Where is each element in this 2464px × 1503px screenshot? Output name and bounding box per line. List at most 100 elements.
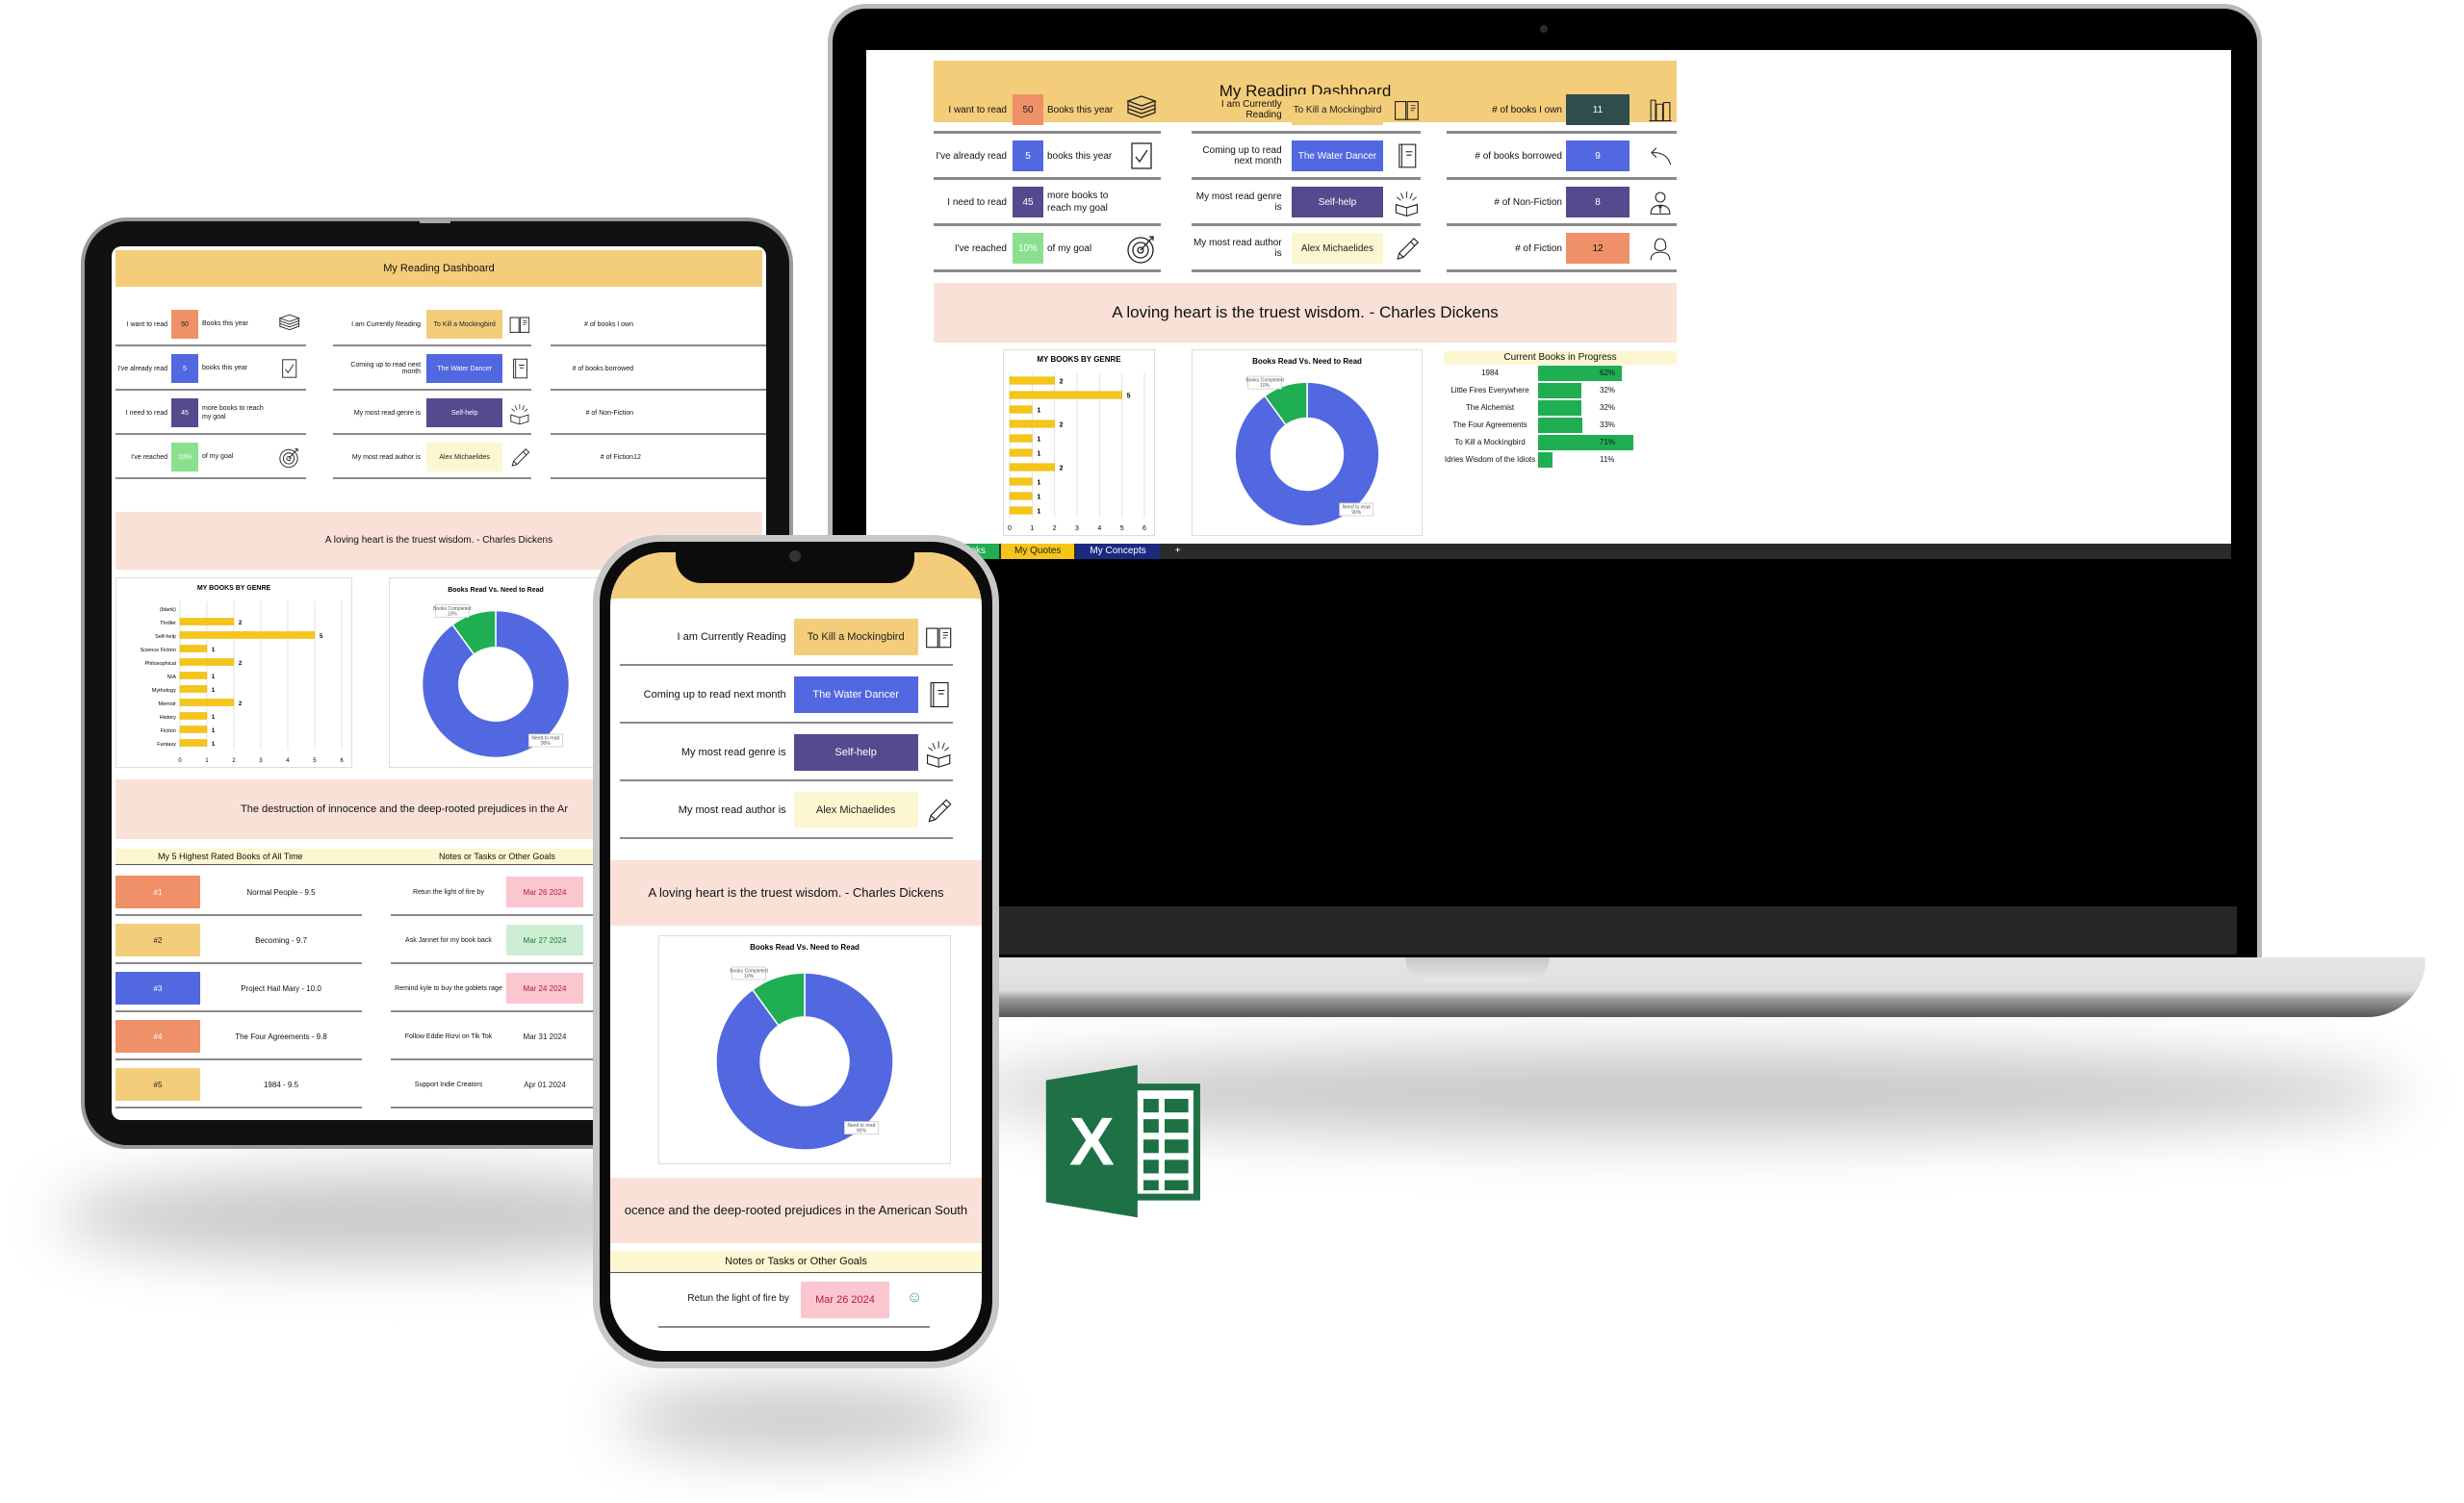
goals-label: I've already read bbox=[936, 150, 1007, 162]
current-books-progress: Current Books in Progress 1984 62% Little … bbox=[1444, 351, 1677, 534]
goals-value[interactable]: 45 bbox=[1013, 187, 1043, 217]
reading-value[interactable]: Self-help bbox=[1291, 187, 1384, 217]
reading-value[interactable]: The Water Dancer bbox=[426, 354, 503, 383]
bar-value-label: 1 bbox=[212, 675, 216, 680]
x-tick-label: 0 bbox=[178, 758, 182, 764]
reading-value[interactable]: The Water Dancer bbox=[793, 676, 918, 713]
reading-value[interactable]: To Kill a Mockingbird bbox=[1291, 94, 1384, 125]
tablet-donut-chart[interactable]: Books Read Vs. Need to Read Books Complet… bbox=[389, 577, 603, 768]
reading-value[interactable]: The Water Dancer bbox=[1291, 140, 1384, 171]
goals-row: I need to read 45 more books to reach my g… bbox=[934, 181, 1161, 226]
goals-label: I need to read bbox=[947, 196, 1007, 208]
top-rated-row: #2 Becoming - 9.7 bbox=[116, 918, 362, 964]
reading-label: I am Currently Reading bbox=[677, 631, 786, 643]
reading-value[interactable]: Self-help bbox=[426, 398, 503, 427]
target-icon bbox=[1124, 232, 1157, 265]
library-value[interactable]: 11 bbox=[1566, 94, 1630, 125]
progress-book-title: To Kill a Mockingbird bbox=[1454, 438, 1526, 446]
note-date[interactable]: Mar 26 2024 bbox=[506, 877, 583, 907]
genre-bar bbox=[179, 658, 235, 666]
reading-value[interactable]: Alex Michaelides bbox=[426, 443, 503, 471]
tablet-donut-svg: Books Read Vs. Need to ReadBooks Complet… bbox=[421, 587, 571, 759]
donut-chart-title: Books Read Vs. Need to Read bbox=[750, 943, 860, 952]
bar-value-label: 1 bbox=[1037, 495, 1040, 501]
bar-value-label: 5 bbox=[320, 634, 323, 640]
genre-bar bbox=[1009, 463, 1055, 471]
book-stack-icon bbox=[277, 313, 300, 336]
reading-value[interactable]: Self-help bbox=[793, 734, 918, 771]
note-date[interactable]: Apr 01 2024 bbox=[506, 1069, 583, 1100]
reading-value[interactable]: To Kill a Mockingbird bbox=[426, 310, 503, 339]
tablet-genre-chart[interactable]: MY BOOKS BY GENRE 0 1 2 3 4 5 6 (blank) Thriller 2… bbox=[116, 577, 352, 768]
category-label: Self-help bbox=[155, 634, 176, 640]
genre-chart[interactable]: MY BOOKS BY GENRE 0 1 2 3 4 5 6 2 5 1 2 1 1 2 1 1 1 bbox=[1003, 349, 1155, 536]
top-rated-book: Normal People - 9.5 bbox=[246, 887, 316, 897]
goals-row: I want to read 50 Books this year bbox=[934, 89, 1161, 134]
excel-logo: X bbox=[1038, 1057, 1207, 1226]
bar-value-label: 5 bbox=[1127, 394, 1131, 400]
note-date[interactable]: Mar 31 2024 bbox=[506, 1021, 583, 1052]
x-tick-label: 4 bbox=[286, 758, 290, 764]
goals-value[interactable]: 45 bbox=[171, 398, 198, 427]
laptop-trackpad-notch bbox=[1405, 957, 1550, 982]
reading-value[interactable]: To Kill a Mockingbird bbox=[793, 619, 918, 655]
library-value[interactable]: 8 bbox=[1566, 187, 1630, 217]
library-value[interactable]: 12 bbox=[1566, 233, 1630, 264]
note-row: Follow Eddie Rizvi on Tik Tok Mar 31 2024 bbox=[391, 1014, 593, 1060]
notebook-icon bbox=[924, 679, 953, 710]
goals-label: I've reached bbox=[954, 242, 1007, 254]
goals-value[interactable]: 50 bbox=[1013, 94, 1043, 125]
bar-value-label: 2 bbox=[239, 701, 243, 707]
goals-value[interactable]: 10% bbox=[171, 443, 198, 471]
phone-note-row: Retun the light of fire by Mar 26 2024 ☺ bbox=[658, 1276, 930, 1328]
notebook-icon bbox=[508, 357, 531, 380]
excel-icon: X bbox=[1045, 1064, 1200, 1218]
goals-value[interactable]: 5 bbox=[171, 354, 198, 383]
note-date[interactable]: Mar 24 2024 bbox=[506, 973, 583, 1004]
goals-label: I want to read bbox=[948, 104, 1007, 115]
genre-bar bbox=[1009, 405, 1033, 414]
reading-label: My most read genre is bbox=[680, 747, 786, 758]
phone-quote-banner: A loving heart is the truest wisdom. - C… bbox=[610, 860, 982, 926]
phone-quote-text: A loving heart is the truest wisdom. - C… bbox=[648, 885, 944, 900]
sheet-tab[interactable]: My Concepts bbox=[1076, 544, 1160, 559]
pencil-icon bbox=[508, 446, 531, 469]
phone-note-date: Mar 26 2024 bbox=[801, 1282, 889, 1318]
goals-row: I need to read 45 more books to reach my g… bbox=[116, 393, 306, 435]
x-tick-label: 0 bbox=[1008, 525, 1012, 532]
reading-label: My most read genre is bbox=[1195, 191, 1282, 213]
excel-letter: X bbox=[1069, 1104, 1115, 1180]
reading-row: My most read genre is Self-help bbox=[620, 726, 953, 781]
read-vs-need-chart[interactable]: Books Read Vs. Need to Read Books Complet… bbox=[1192, 349, 1423, 536]
tablet-genre-chart-svg: MY BOOKS BY GENRE 0 1 2 3 4 5 6 (blank) Thriller 2… bbox=[141, 585, 345, 764]
note-task: Retun the light of fire by bbox=[413, 888, 484, 896]
goals-value[interactable]: 10% bbox=[1013, 233, 1043, 264]
reading-value[interactable]: Alex Michaelides bbox=[1291, 233, 1384, 264]
phone-donut-chart[interactable]: Books Read Vs. Need to Read Books Complet… bbox=[658, 935, 951, 1164]
category-label: Fiction bbox=[161, 728, 176, 734]
progress-percent: 33% bbox=[1600, 420, 1616, 429]
sheet-tab-bar: shboardMy BooksMy QuotesMy Concepts+ bbox=[866, 544, 2231, 559]
goals-value[interactable]: 5 bbox=[1013, 140, 1043, 171]
sheet-tab[interactable]: + bbox=[1161, 544, 1194, 559]
genre-bar bbox=[179, 645, 208, 652]
library-value[interactable]: 9 bbox=[1566, 140, 1630, 171]
note-date[interactable]: Mar 27 2024 bbox=[506, 925, 583, 955]
sheet-tab[interactable]: My Quotes bbox=[1001, 544, 1075, 559]
top-rated-book: Becoming - 9.7 bbox=[255, 935, 307, 945]
note-task: Ask Jannet for my book back bbox=[405, 936, 492, 944]
genre-bar bbox=[1009, 477, 1033, 486]
library-row: # of Fiction 12 bbox=[1447, 227, 1677, 272]
x-tick-label: 1 bbox=[205, 758, 209, 764]
reading-row: Coming up to read next month The Water Da… bbox=[620, 668, 953, 724]
reading-row: My most read author is Alex Michaelides bbox=[620, 783, 953, 839]
magic-book-icon bbox=[508, 401, 531, 424]
x-tick-label: 4 bbox=[1097, 525, 1101, 532]
category-label: Thriller bbox=[160, 621, 176, 626]
goals-value[interactable]: 50 bbox=[171, 310, 198, 339]
book-stack-icon bbox=[1124, 93, 1157, 126]
library-label: # of books I own bbox=[584, 320, 633, 328]
tablet-title-banner: My Reading Dashboard bbox=[116, 250, 762, 287]
reading-value[interactable]: Alex Michaelides bbox=[793, 792, 918, 828]
rank-badge: #5 bbox=[116, 1068, 200, 1101]
